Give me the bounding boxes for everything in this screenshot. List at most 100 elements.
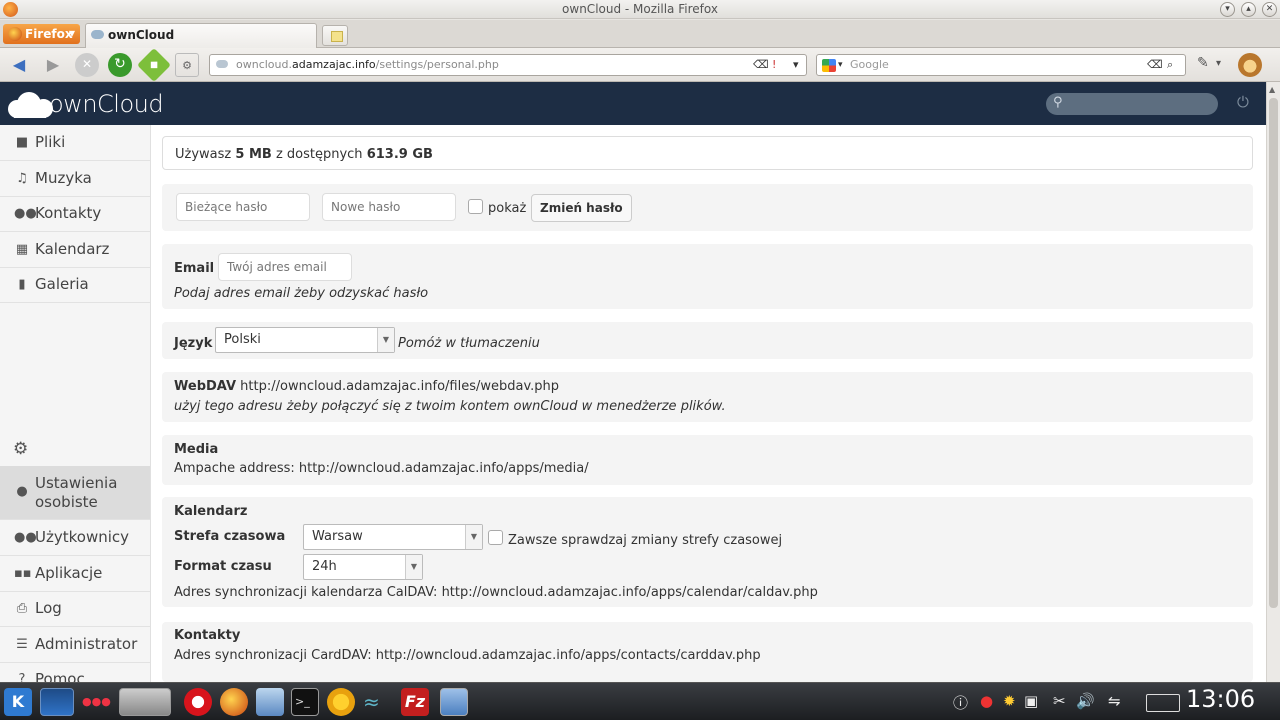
maximize-icon[interactable]: ▴ — [1241, 2, 1256, 17]
help-translate-link[interactable]: Pomóż w tłumaczeniu — [398, 336, 540, 351]
bookmark-icon[interactable]: ! — [772, 55, 776, 75]
music-icon: ♫ — [16, 171, 28, 186]
tab-owncloud[interactable]: ownCloud — [85, 23, 317, 48]
quota-box: Używasz 5 MB z dostępnych 613.9 GB — [162, 136, 1253, 170]
sidebar-item-aplikacje[interactable]: ▪▪ Aplikacje — [0, 556, 150, 592]
search-bar[interactable]: ▾ Google ⌫ ⌕ — [816, 54, 1186, 76]
timezone-check-checkbox[interactable] — [488, 530, 503, 545]
new-password-field[interactable]: Nowe hasło — [322, 193, 456, 221]
chevron-down-icon[interactable]: ▾ — [1216, 58, 1221, 69]
page-scrollbar[interactable]: ▲ — [1266, 82, 1280, 682]
sidebar-item-galeria[interactable]: ▮ Galeria — [0, 267, 150, 303]
clear-search-icon[interactable]: ⌫ — [1147, 55, 1163, 75]
taskbar-clock[interactable]: 13:06 — [1186, 685, 1255, 713]
sidebar-item-label: Galeria — [35, 275, 89, 293]
pager-icon[interactable] — [119, 688, 171, 716]
owncloud-header: ownCloud ⚲ ⏻ — [0, 82, 1266, 125]
site-identity-icon — [216, 60, 228, 68]
settings-gear-icon[interactable]: ⚙ — [13, 439, 28, 459]
timezone-select[interactable]: Warsaw ▼ — [303, 524, 483, 550]
scrollbar-thumb[interactable] — [1269, 98, 1278, 608]
sidebar-item-pliki[interactable]: ■ Pliki — [0, 125, 150, 161]
sidebar-item-kalendarz[interactable]: ▦ Kalendarz — [0, 232, 150, 268]
opera-tray-icon[interactable]: ● — [980, 692, 993, 710]
sidebar-item-kontakty[interactable]: ●● Kontakty — [0, 196, 150, 232]
back-arrow-icon[interactable]: ◀ — [7, 53, 31, 77]
kde-menu-icon[interactable]: K — [4, 688, 32, 716]
scroll-up-icon[interactable]: ▲ — [1269, 85, 1275, 94]
language-section: Język Polski ▼ Pomóż w tłumaczeniu — [162, 322, 1253, 359]
quota-prefix: Używasz — [175, 147, 232, 162]
close-icon[interactable]: ✕ — [1262, 2, 1277, 17]
caldav-address: Adres synchronizacji kalendarza CalDAV: … — [174, 585, 818, 600]
new-tab-button[interactable] — [322, 25, 348, 46]
search-icon[interactable]: ⌕ — [1167, 55, 1173, 75]
filezilla-icon[interactable]: Fz — [401, 688, 429, 716]
sidebar-item-pomoc[interactable]: ? Pomoc — [0, 662, 150, 682]
sun-tray-icon[interactable]: ✹ — [1003, 692, 1016, 710]
system-taskbar: K ●●● >_ ≈ Fz ⓘ ● ✹ ▣ ✂ 🔊 ⇋ 13:06 — [0, 682, 1280, 720]
email-field[interactable]: Twój adres email — [218, 253, 352, 281]
sidebar-item-log[interactable]: ⎙ Log — [0, 591, 150, 627]
terminal-icon[interactable]: >_ — [291, 688, 319, 716]
desktop-icon[interactable] — [40, 688, 74, 716]
home-icon[interactable]: ◆ — [137, 48, 171, 82]
timeformat-label: Format czasu — [174, 559, 272, 574]
show-password-checkbox[interactable] — [468, 199, 483, 214]
forward-arrow-icon[interactable]: ▶ — [41, 53, 65, 77]
clear-url-icon[interactable]: ⌫ — [753, 55, 769, 75]
addon-icon[interactable]: ⚙ — [175, 53, 199, 77]
language-select[interactable]: Polski ▼ — [215, 327, 395, 353]
scissors-icon[interactable]: ✂ — [1053, 692, 1066, 710]
chevron-down-icon: ▼ — [405, 555, 422, 579]
file-manager-icon[interactable] — [256, 688, 284, 716]
user-icon: ● — [16, 484, 28, 499]
current-password-field[interactable]: Bieżące hasło — [176, 193, 310, 221]
calendar-icon: ▦ — [15, 242, 29, 257]
logout-power-icon[interactable]: ⏻ — [1237, 93, 1249, 111]
display-tray-icon[interactable]: ▣ — [1024, 692, 1038, 710]
minimize-icon[interactable]: ▾ — [1220, 2, 1235, 17]
activities-dots-icon[interactable]: ●●● — [82, 688, 112, 716]
reload-icon[interactable]: ↻ — [108, 53, 132, 77]
webdav-section: WebDAV http://owncloud.adamzajac.info/fi… — [162, 372, 1253, 422]
sidebar-item-uzytkownicy[interactable]: ●● Użytkownicy — [0, 520, 150, 556]
chevron-down-icon[interactable]: ▾ — [838, 55, 843, 75]
stop-icon[interactable]: ✕ — [75, 53, 99, 77]
search-icon: ⚲ — [1053, 95, 1063, 110]
calendar-section: Kalendarz Strefa czasowa Warsaw ▼ Zawsze… — [162, 497, 1253, 607]
sidebar-item-label: Ustawienia osobiste — [35, 474, 118, 511]
contacts-section: Kontakty Adres synchronizacji CardDAV: h… — [162, 622, 1253, 682]
media-section: Media Ampache address: http://owncloud.a… — [162, 435, 1253, 485]
usb-icon[interactable]: ⇋ — [1108, 692, 1121, 710]
language-label: Język — [174, 336, 213, 351]
timezone-check-label: Zawsze sprawdzaj zmiany strefy czasowej — [508, 533, 783, 548]
search-placeholder: Google — [850, 58, 889, 71]
chevron-down-icon[interactable]: ▾ — [793, 55, 799, 75]
greasemonkey-icon[interactable] — [1238, 53, 1262, 77]
screenshot-icon[interactable] — [440, 688, 468, 716]
users-icon: ●● — [14, 530, 37, 545]
network-tool-icon[interactable]: ≈ — [363, 688, 391, 716]
firefox-menu-button[interactable]: Firefox ▼ — [3, 24, 80, 44]
sidebar-item-label: Aplikacje — [35, 564, 103, 582]
timeformat-select[interactable]: 24h ▼ — [303, 554, 423, 580]
owncloud-search-input[interactable]: ⚲ — [1046, 93, 1218, 115]
help-icon: ? — [18, 672, 26, 682]
battery-icon[interactable] — [1146, 694, 1180, 712]
weather-icon[interactable] — [327, 688, 355, 716]
opera-icon[interactable] — [184, 688, 212, 716]
info-icon[interactable]: ⓘ — [953, 692, 968, 713]
google-engine-icon[interactable] — [822, 59, 836, 72]
sidebar-item-muzyka[interactable]: ♫ Muzyka — [0, 161, 150, 197]
firefox-icon[interactable] — [220, 688, 248, 716]
volume-icon[interactable]: 🔊 — [1076, 692, 1095, 710]
change-password-button[interactable]: Zmień hasło — [531, 194, 632, 222]
sidebar-item-administrator[interactable]: ☰ Administrator — [0, 627, 150, 663]
cloud-favicon-icon — [91, 30, 104, 39]
calendar-title: Kalendarz — [174, 504, 248, 519]
url-bar[interactable]: owncloud.adamzajac.info/settings/persona… — [209, 54, 807, 76]
carddav-address: Adres synchronizacji CardDAV: http://own… — [174, 648, 761, 663]
sidebar-item-ustawienia-osobiste[interactable]: ● Ustawienia osobiste — [0, 466, 150, 520]
tools-icon[interactable]: ✎ — [1197, 55, 1209, 71]
